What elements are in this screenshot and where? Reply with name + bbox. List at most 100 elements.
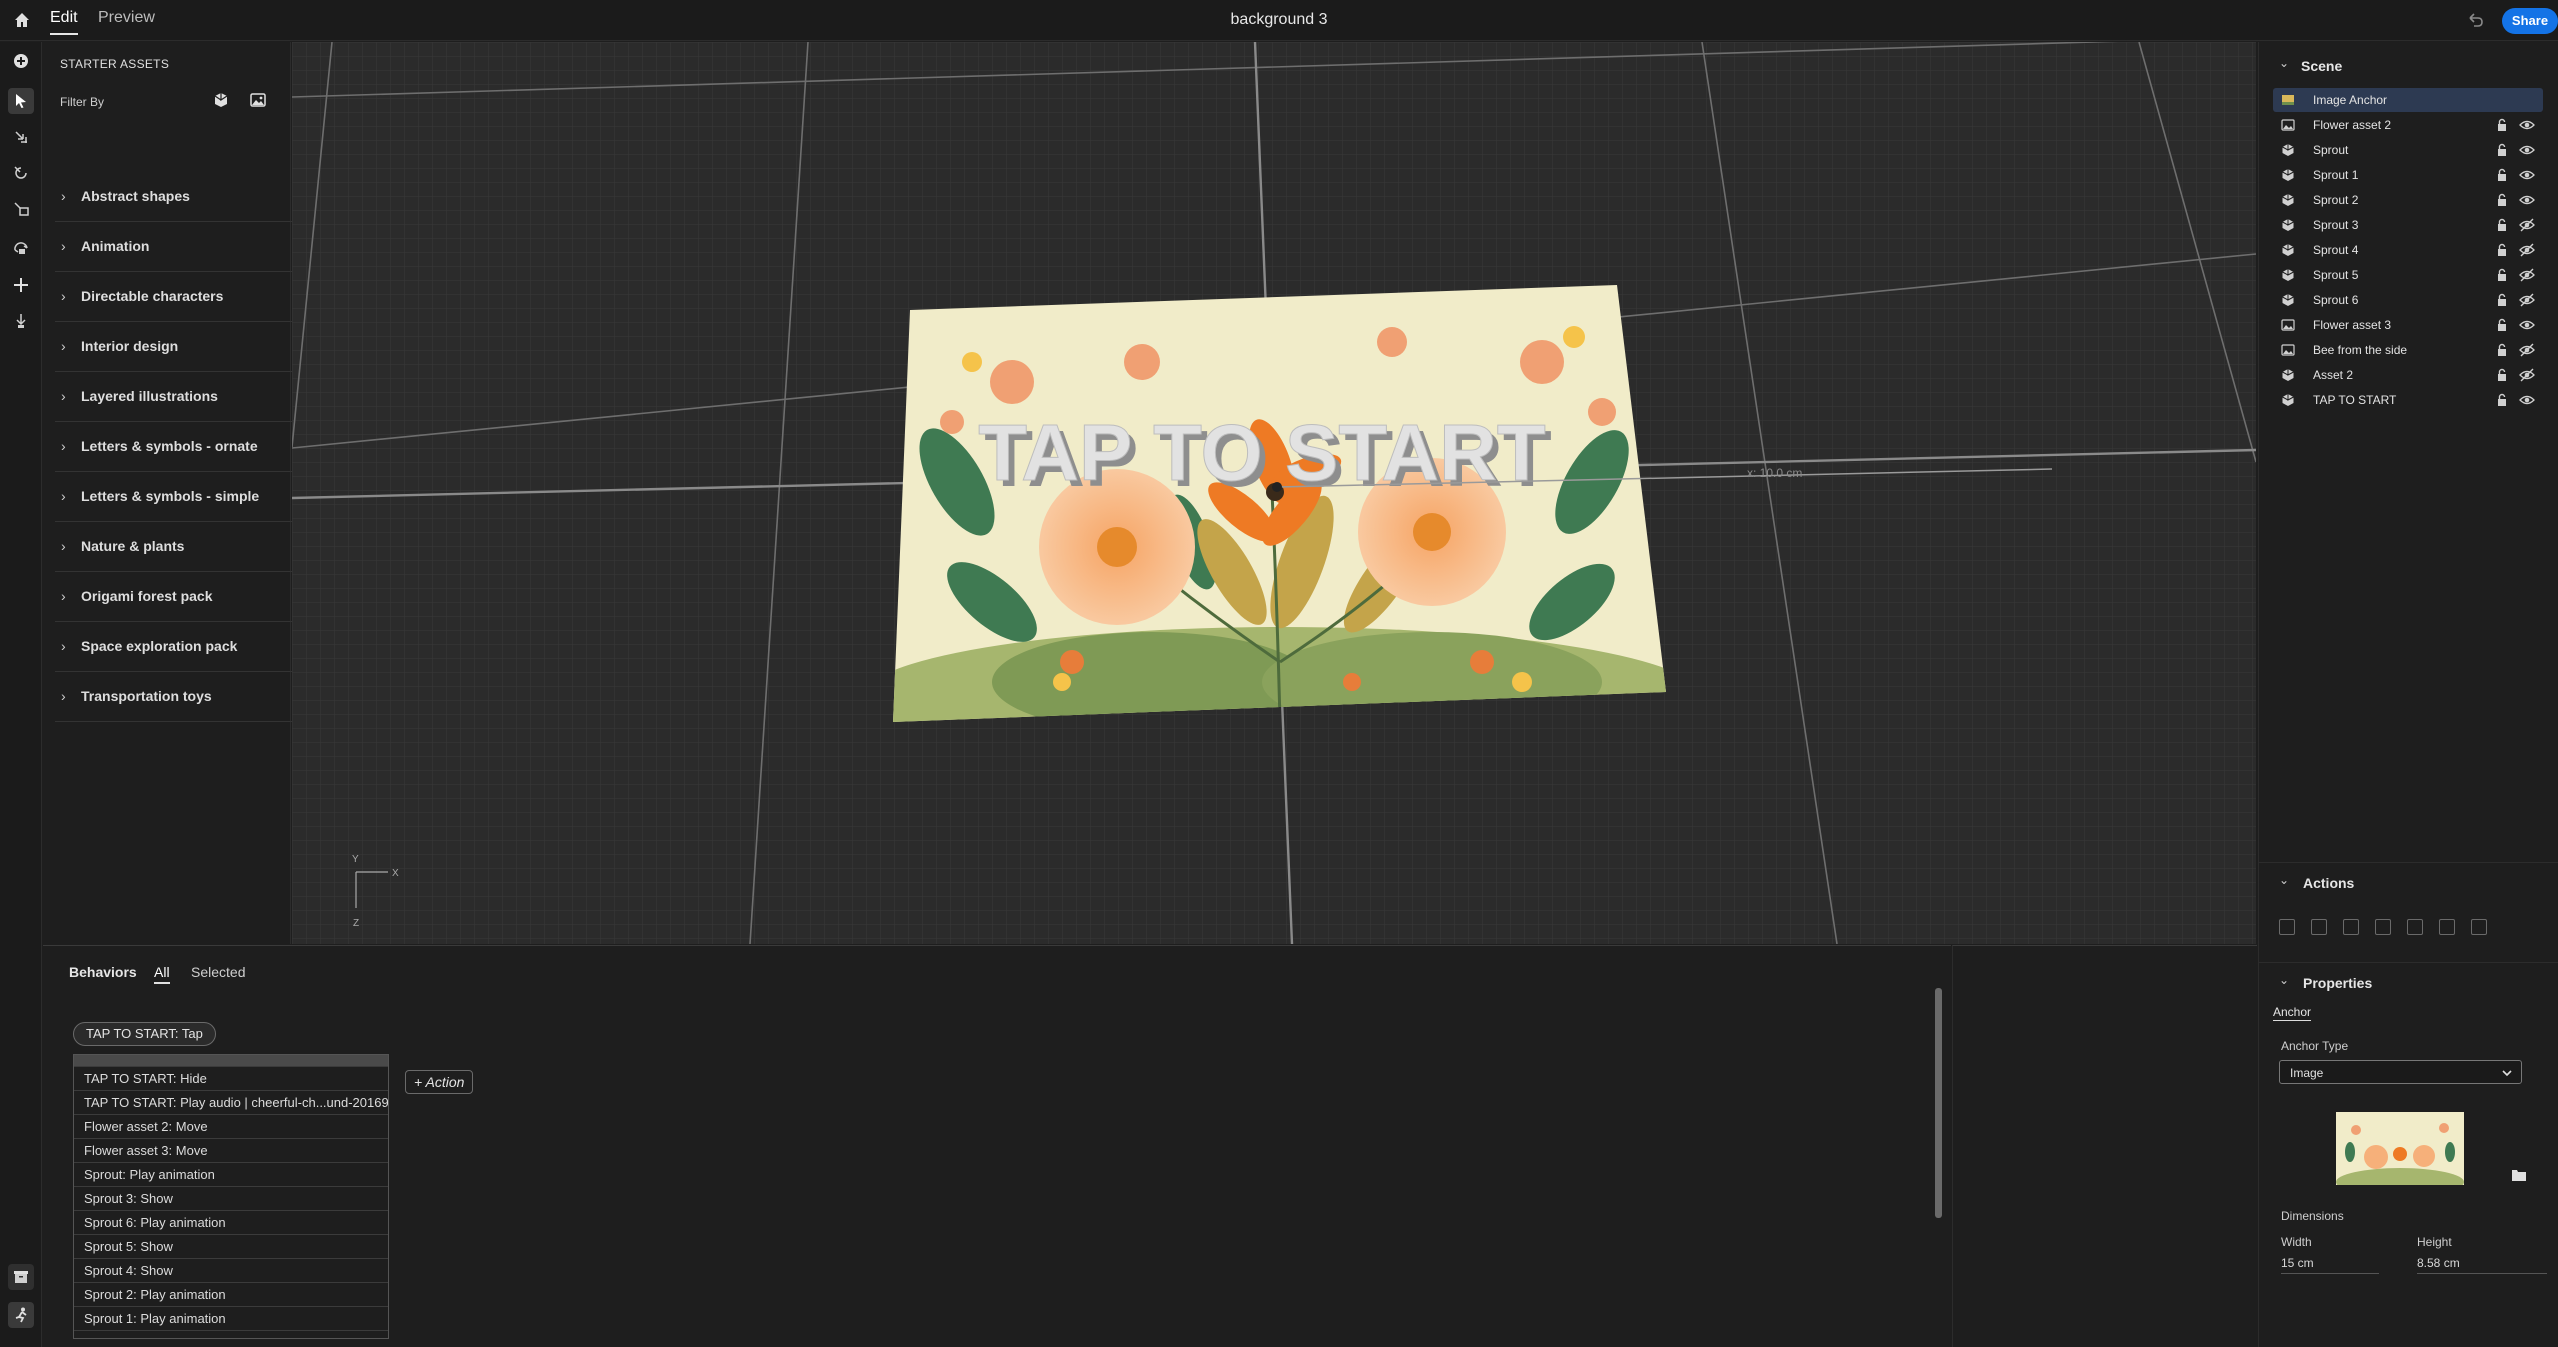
- chevron-down-icon[interactable]: ⌄: [2279, 56, 2289, 70]
- asset-category-item[interactable]: › Abstract shapes: [55, 172, 293, 222]
- eye-off-icon[interactable]: [2519, 343, 2535, 357]
- chevron-down-icon[interactable]: ⌄: [2279, 873, 2289, 887]
- tab-all[interactable]: All: [154, 964, 170, 984]
- replace-icon[interactable]: [2471, 919, 2487, 935]
- delete-icon[interactable]: [2279, 919, 2295, 935]
- lock-icon[interactable]: [2495, 143, 2509, 157]
- lock-icon[interactable]: [2495, 193, 2509, 207]
- reset-icon[interactable]: [2439, 919, 2455, 935]
- select-icon[interactable]: [8, 88, 34, 114]
- action-row[interactable]: TAP TO START: Play audio | cheerful-ch..…: [74, 1091, 388, 1115]
- asset-category-item[interactable]: › Origami forest pack: [55, 572, 293, 622]
- undo-icon[interactable]: [2465, 10, 2485, 30]
- asset-category-item[interactable]: › Directable characters: [55, 272, 293, 322]
- layer-item[interactable]: Sprout 3: [2273, 213, 2543, 237]
- layer-item[interactable]: Sprout 4: [2273, 238, 2543, 262]
- asset-category-item[interactable]: › Nature & plants: [55, 522, 293, 572]
- action-row[interactable]: Sprout 6: Play animation: [74, 1211, 388, 1235]
- move-icon[interactable]: [8, 124, 34, 150]
- tab-anchor[interactable]: Anchor: [2273, 1005, 2312, 1021]
- action-row[interactable]: Sprout 3: Show: [74, 1187, 388, 1211]
- lock-icon[interactable]: [2495, 343, 2509, 357]
- lock-icon[interactable]: [2495, 168, 2509, 182]
- layer-item[interactable]: Sprout 1: [2273, 163, 2543, 187]
- lock-icon[interactable]: [2495, 218, 2509, 232]
- add-action-button[interactable]: + Action: [405, 1070, 474, 1094]
- behaviors-icon[interactable]: [8, 1302, 34, 1328]
- eye-icon[interactable]: [2519, 193, 2535, 207]
- tab-selected[interactable]: Selected: [191, 964, 245, 980]
- tab-edit[interactable]: Edit: [50, 9, 78, 35]
- 3d-viewport[interactable]: TAP TO START TAP TO START x: 10.0 cm Y X…: [292, 42, 2256, 944]
- anchor-type-select[interactable]: Image: [2279, 1060, 2522, 1084]
- image-anchor-artwork[interactable]: TAP TO START TAP TO START x: 10.0 cm Y X…: [292, 42, 2256, 944]
- scene-text[interactable]: TAP TO START: [978, 408, 1547, 498]
- layer-item[interactable]: Asset 2: [2273, 363, 2543, 387]
- lock-icon[interactable]: [2495, 368, 2509, 382]
- orbit-camera-icon[interactable]: [8, 236, 34, 262]
- layer-item[interactable]: TAP TO START: [2273, 388, 2543, 412]
- chevron-down-icon[interactable]: ⌄: [2279, 973, 2289, 987]
- pan-camera-icon[interactable]: [8, 272, 34, 298]
- eye-off-icon[interactable]: [2519, 368, 2535, 382]
- action-row[interactable]: Sprout 2: Play animation: [74, 1283, 388, 1307]
- eye-off-icon[interactable]: [2519, 218, 2535, 232]
- eye-icon[interactable]: [2519, 393, 2535, 407]
- download-icon[interactable]: [2375, 919, 2391, 935]
- action-row[interactable]: Flower asset 3: Move: [74, 1139, 388, 1163]
- scrollbar[interactable]: [1935, 988, 1942, 1218]
- duplicate-icon[interactable]: [2311, 919, 2327, 935]
- lock-icon[interactable]: [2495, 118, 2509, 132]
- home-icon[interactable]: [12, 10, 32, 30]
- lock-icon[interactable]: [2495, 318, 2509, 332]
- layer-item[interactable]: Sprout 6: [2273, 288, 2543, 312]
- eye-icon[interactable]: [2519, 168, 2535, 182]
- height-field[interactable]: 8.58 cm: [2417, 1252, 2547, 1274]
- action-row[interactable]: Sprout 5: Show: [74, 1235, 388, 1259]
- asset-category-item[interactable]: › Layered illustrations: [55, 372, 293, 422]
- asset-category-item[interactable]: › Space exploration pack: [55, 622, 293, 672]
- filter-3d-icon[interactable]: [211, 90, 231, 110]
- action-row[interactable]: Sprout 4: Show: [74, 1259, 388, 1283]
- lock-icon[interactable]: [2495, 293, 2509, 307]
- layer-item[interactable]: Bee from the side: [2273, 338, 2543, 362]
- layer-item[interactable]: Sprout 2: [2273, 188, 2543, 212]
- folder-icon[interactable]: [2511, 1168, 2527, 1182]
- layer-item[interactable]: Sprout: [2273, 138, 2543, 162]
- asset-category-item[interactable]: › Letters & symbols - simple: [55, 472, 293, 522]
- rotate-icon[interactable]: [8, 160, 34, 186]
- eye-icon[interactable]: [2519, 118, 2535, 132]
- action-row[interactable]: Sprout: Play animation: [74, 1163, 388, 1187]
- layer-item[interactable]: Sprout 5: [2273, 263, 2543, 287]
- anchor-image-thumbnail[interactable]: [2336, 1112, 2464, 1185]
- dolly-camera-icon[interactable]: [8, 308, 34, 334]
- asset-category-item[interactable]: › Interior design: [55, 322, 293, 372]
- eye-off-icon[interactable]: [2519, 243, 2535, 257]
- eye-off-icon[interactable]: [2519, 268, 2535, 282]
- layer-item[interactable]: Flower asset 2: [2273, 113, 2543, 137]
- trigger-chip[interactable]: TAP TO START: Tap: [73, 1022, 216, 1046]
- asset-library-icon[interactable]: [8, 1264, 34, 1290]
- eye-off-icon[interactable]: [2519, 293, 2535, 307]
- lock-icon[interactable]: [2495, 393, 2509, 407]
- eye-icon[interactable]: [2519, 143, 2535, 157]
- tab-preview[interactable]: Preview: [98, 9, 155, 33]
- lock-icon[interactable]: [2495, 243, 2509, 257]
- share-button[interactable]: Share: [2502, 8, 2558, 34]
- eye-icon[interactable]: [2519, 318, 2535, 332]
- layer-item[interactable]: Image Anchor: [2273, 88, 2543, 112]
- action-row[interactable]: TAP TO START: Hide: [74, 1067, 388, 1091]
- asset-category-item[interactable]: › Animation: [55, 222, 293, 272]
- lock-icon[interactable]: [2495, 268, 2509, 282]
- layer-item[interactable]: Flower asset 3: [2273, 313, 2543, 337]
- fit-icon[interactable]: [2407, 919, 2423, 935]
- width-field[interactable]: 15 cm: [2281, 1252, 2379, 1274]
- asset-category-item[interactable]: › Letters & symbols - ornate: [55, 422, 293, 472]
- asset-category-item[interactable]: › Transportation toys: [55, 672, 293, 722]
- drag-handle[interactable]: [74, 1055, 388, 1067]
- add-icon[interactable]: [8, 48, 34, 74]
- action-row[interactable]: Sprout 1: Play animation: [74, 1307, 388, 1331]
- action-row[interactable]: Flower asset 2: Move: [74, 1115, 388, 1139]
- group-icon[interactable]: [2343, 919, 2359, 935]
- scale-icon[interactable]: [8, 196, 34, 222]
